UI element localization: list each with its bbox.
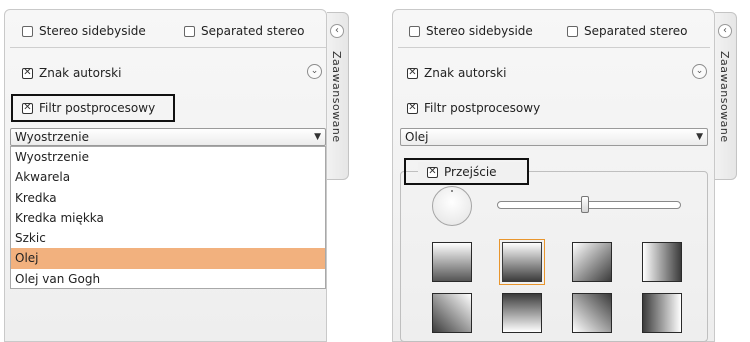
filter-select-value: Olej [405,130,429,144]
left-postprocess-option[interactable]: Filtr postprocesowy [22,101,155,115]
left-advanced-tab[interactable]: ‹ Zaawansowane [327,12,349,180]
chevron-left-icon[interactable]: ‹ [330,24,344,38]
chevron-down-icon[interactable]: ⌄ [692,64,707,79]
advanced-tab-label: Zaawansowane [330,51,343,143]
rotation-knob[interactable] [432,186,472,226]
filter-select-value: Wyostrzenie [15,130,89,144]
advanced-tab-label: Zaawansowane [718,51,731,143]
watermark-checkbox[interactable] [407,67,418,79]
left-stereo-sidebyside-option[interactable]: Stereo sidebyside [22,24,146,38]
postprocess-checkbox[interactable] [22,102,33,114]
filter-dropdown-list: Wyostrzenie Akwarela Kredka Kredka miękk… [10,146,326,289]
right-watermark-option[interactable]: Znak autorski [407,66,506,80]
right-divider [398,47,710,48]
transition-checkbox[interactable] [427,166,438,178]
separated-stereo-checkbox[interactable] [567,25,578,37]
right-stereo-sidebyside-option[interactable]: Stereo sidebyside [409,24,533,38]
stereo-sidebyside-checkbox[interactable] [22,25,33,37]
left-separated-stereo-option[interactable]: Separated stereo [184,24,305,38]
gradient-swatch[interactable] [432,293,472,333]
separated-stereo-label: Separated stereo [201,24,305,38]
gradient-swatch[interactable] [572,293,612,333]
stereo-sidebyside-label: Stereo sidebyside [426,24,533,38]
slider-thumb[interactable] [581,196,590,213]
dropdown-option-selected[interactable]: Olej [11,248,325,269]
gradient-swatch-selected[interactable] [499,239,545,285]
dropdown-option[interactable]: Szkic [11,228,325,248]
dropdown-option[interactable]: Kredka [11,188,325,208]
left-watermark-option[interactable]: Znak autorski [22,66,121,80]
transition-option[interactable]: Przejście [427,165,497,179]
select-arrow-icon: ▼ [314,132,321,142]
dropdown-option[interactable]: Olej van Gogh [11,269,325,289]
postprocess-label: Filtr postprocesowy [424,101,541,115]
watermark-checkbox[interactable] [22,67,33,79]
watermark-label: Znak autorski [424,66,507,80]
gradient-swatch[interactable] [642,242,682,282]
right-separated-stereo-option[interactable]: Separated stereo [567,24,688,38]
select-arrow-icon: ▼ [696,132,703,142]
dropdown-option[interactable]: Akwarela [11,167,325,187]
transition-label: Przejście [444,165,497,179]
gradient-swatch[interactable] [502,293,542,333]
stereo-sidebyside-label: Stereo sidebyside [39,24,146,38]
dropdown-option[interactable]: Wyostrzenie [11,147,325,167]
stereo-sidebyside-checkbox[interactable] [409,25,420,37]
chevron-left-icon[interactable]: ‹ [718,24,732,38]
chevron-down-icon[interactable]: ⌄ [307,64,322,79]
gradient-swatch[interactable] [572,242,612,282]
postprocess-label: Filtr postprocesowy [39,101,156,115]
gradient-swatch[interactable] [642,293,682,333]
dropdown-option[interactable]: Kredka miękka [11,208,325,228]
watermark-label: Znak autorski [39,66,122,80]
right-postprocess-option[interactable]: Filtr postprocesowy [407,101,540,115]
right-advanced-tab[interactable]: ‹ Zaawansowane [715,12,737,180]
separated-stereo-label: Separated stereo [584,24,688,38]
left-filter-select[interactable]: Wyostrzenie ▼ [10,128,326,146]
left-divider [10,47,326,48]
separated-stereo-checkbox[interactable] [184,25,195,37]
knob-indicator [451,190,453,192]
postprocess-checkbox[interactable] [407,102,418,114]
gradient-swatch[interactable] [432,242,472,282]
right-filter-select[interactable]: Olej ▼ [400,128,708,146]
